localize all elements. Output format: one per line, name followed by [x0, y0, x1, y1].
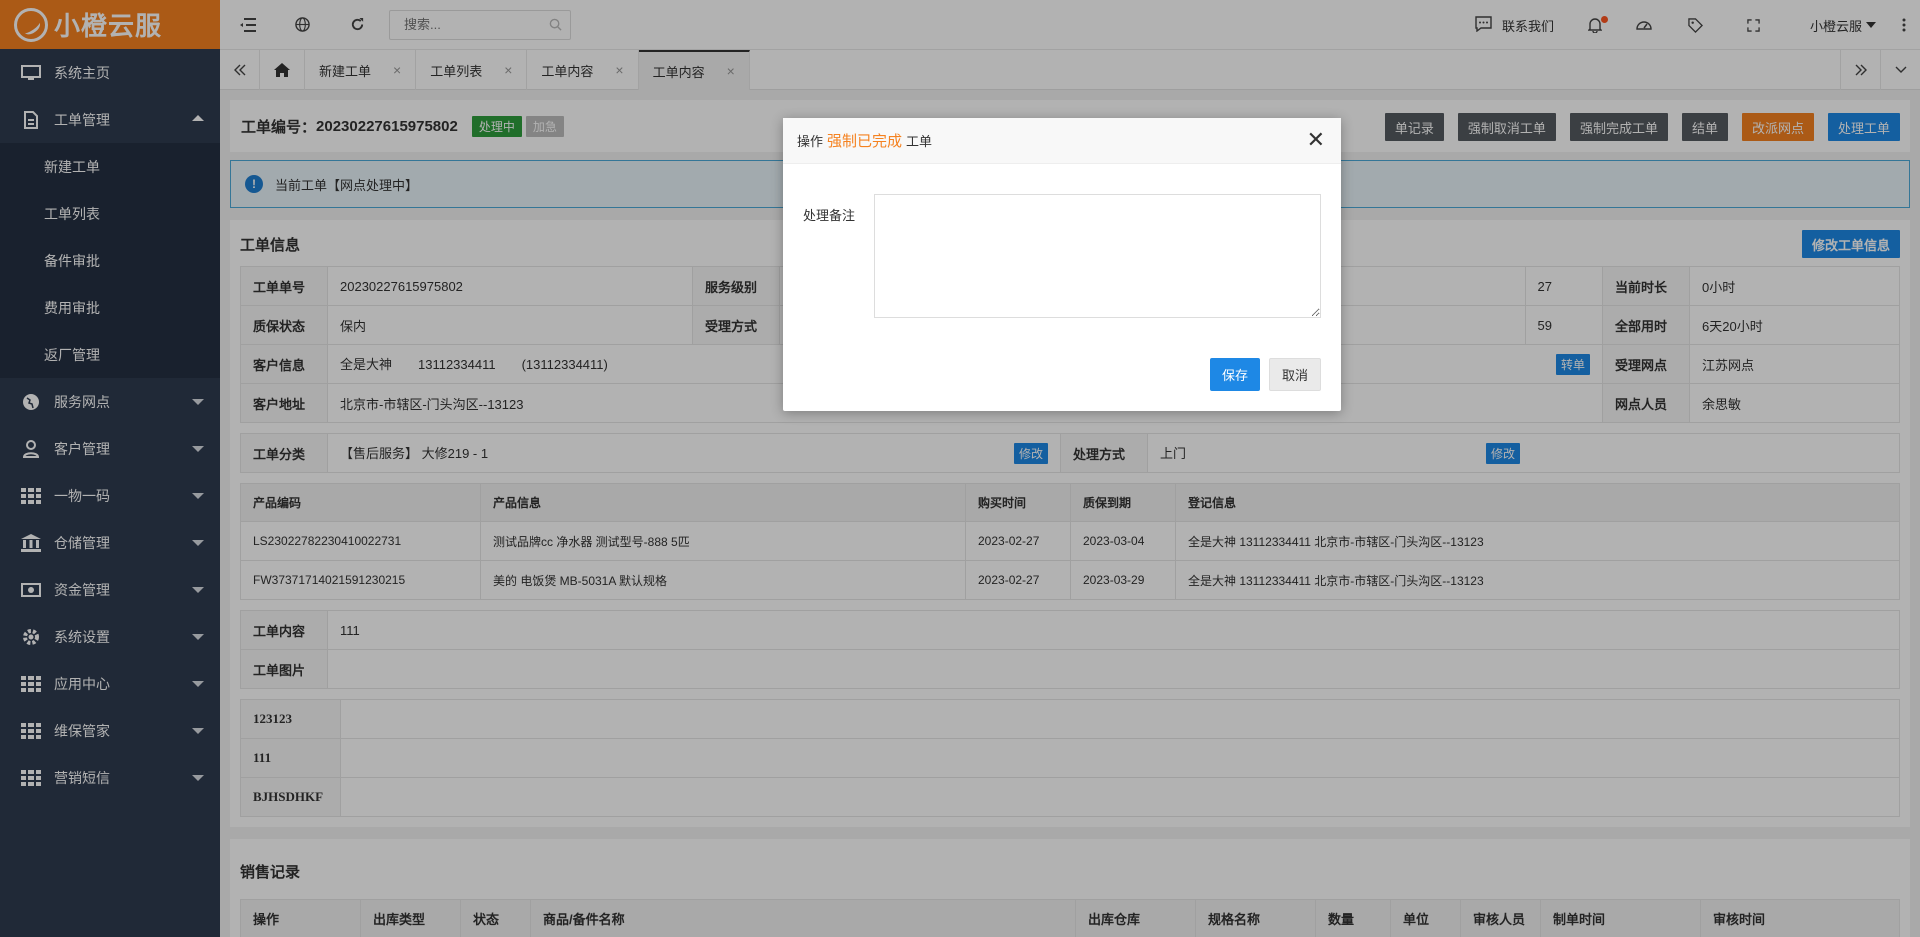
force-complete-dialog: 操作 强制已完成 工单 ✕ 处理备注 保存 取消: [783, 118, 1341, 411]
dialog-title-action: 强制已完成: [827, 133, 903, 150]
dialog-footer: 保存 取消: [1209, 358, 1321, 391]
dialog-body: 处理备注: [783, 164, 1341, 318]
dialog-header: 操作 强制已完成 工单 ✕: [783, 118, 1341, 164]
dialog-title-prefix: 操作: [797, 134, 824, 149]
remark-label: 处理备注: [803, 208, 856, 223]
remark-textarea[interactable]: [873, 194, 1321, 318]
close-icon[interactable]: ✕: [1307, 129, 1325, 151]
cancel-button[interactable]: 取消: [1268, 358, 1321, 391]
dialog-title-suffix: 工单: [906, 134, 933, 149]
save-button[interactable]: 保存: [1209, 358, 1260, 391]
